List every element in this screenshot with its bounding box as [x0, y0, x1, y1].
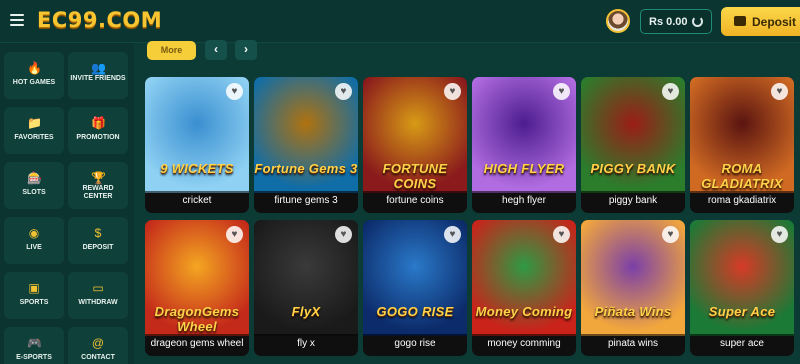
top-header: EC99.COM Rs 0.00 Deposit	[0, 0, 800, 43]
heart-icon[interactable]: ♥	[662, 226, 679, 243]
game-art-title: GOGO RISE	[376, 304, 454, 319]
heart-icon[interactable]: ♥	[771, 226, 788, 243]
game-card[interactable]: Money Coming ♥ money comming	[472, 220, 576, 356]
game-title: drageon gems wheel	[145, 334, 249, 356]
refresh-icon[interactable]	[692, 16, 703, 27]
game-title: money comming	[472, 334, 576, 356]
game-card[interactable]: 9 WICKETS ♥ cricket	[145, 77, 249, 213]
game-art-title: HIGH FLYER	[483, 161, 565, 176]
game-title: fly x	[254, 334, 358, 356]
game-card[interactable]: ROMA GLADIATRIX ♥ roma gkadiatrix	[690, 77, 794, 213]
folder-icon: 📁	[27, 116, 42, 130]
balance-amount: Rs 0.00	[649, 16, 688, 28]
game-card[interactable]: Fortune Gems 3 ♥ firtune gems 3	[254, 77, 358, 213]
sidebar-item-label: SLOTS	[22, 189, 46, 196]
sidebar-item-label: CONTACT	[81, 354, 115, 361]
menu-icon[interactable]	[10, 14, 24, 26]
sidebar-item-label: SPORTS	[19, 299, 49, 306]
game-title: fortune coins	[363, 191, 467, 213]
game-art-title: FlyX	[291, 304, 321, 319]
laptop-icon: ▭	[92, 281, 104, 295]
game-title: hegh flyer	[472, 191, 576, 213]
heart-icon[interactable]: ♥	[444, 83, 461, 100]
avatar[interactable]	[606, 9, 630, 33]
prev-button[interactable]: ‹	[205, 40, 227, 60]
heart-icon[interactable]: ♥	[771, 83, 788, 100]
sidebar-item-reward-center[interactable]: 🏆 REWARD CENTER	[68, 162, 128, 209]
sidebar-item-label: PROMOTION	[76, 134, 120, 141]
game-title: piggy bank	[581, 191, 685, 213]
heart-icon[interactable]: ♥	[335, 83, 352, 100]
heart-icon[interactable]: ♥	[553, 83, 570, 100]
heart-icon[interactable]: ♥	[444, 226, 461, 243]
game-card[interactable]: HIGH FLYER ♥ hegh flyer	[472, 77, 576, 213]
sidebar-item-label: E-SPORTS	[16, 354, 52, 361]
sidebar-item-hot-games[interactable]: 🔥 HOT GAMES	[4, 52, 64, 99]
dollar-icon: $	[94, 226, 102, 240]
game-card[interactable]: Super Ace ♥ super ace	[690, 220, 794, 356]
game-title: gogo rise	[363, 334, 467, 356]
game-art-title: Fortune Gems 3	[254, 161, 358, 176]
game-art-title: Piñata Wins	[594, 304, 672, 319]
heart-icon[interactable]: ♥	[335, 226, 352, 243]
sports-icon: ▣	[28, 281, 40, 295]
deposit-label: Deposit	[752, 15, 797, 29]
sidebar-item-contact[interactable]: @ CONTACT	[68, 327, 128, 364]
sidebar-item-slots[interactable]: 🎰 SLOTS	[4, 162, 64, 209]
game-card[interactable]: GOGO RISE ♥ gogo rise	[363, 220, 467, 356]
game-art-title: 9 WICKETS	[160, 161, 234, 176]
sidebar-item-live[interactable]: ◉ LIVE	[4, 217, 64, 264]
heart-icon[interactable]: ♥	[662, 83, 679, 100]
sidebar-item-promotion[interactable]: 🎁 PROMOTION	[68, 107, 128, 154]
live-icon: ◉	[28, 226, 40, 240]
sidebar-item-e-sports[interactable]: 🎮 E-SPORTS	[4, 327, 64, 364]
sidebar-item-sports[interactable]: ▣ SPORTS	[4, 272, 64, 319]
sidebar-item-label: LIVE	[26, 244, 42, 251]
game-title: super ace	[690, 334, 794, 356]
game-card[interactable]: FORTUNE COINS ♥ fortune coins	[363, 77, 467, 213]
sidebar-item-label: DEPOSIT	[82, 244, 114, 251]
wallet-icon	[734, 16, 746, 26]
heart-icon[interactable]: ♥	[226, 83, 243, 100]
game-card[interactable]: PIGGY BANK ♥ piggy bank	[581, 77, 685, 213]
site-logo[interactable]: EC99.COM	[37, 8, 162, 32]
at-icon: @	[91, 336, 105, 350]
sidebar-item-favorites[interactable]: 📁 FAVORITES	[4, 107, 64, 154]
slot-machine-icon: 🎰	[27, 171, 42, 185]
game-card[interactable]: Piñata Wins ♥ pinata wins	[581, 220, 685, 356]
heart-icon[interactable]: ♥	[226, 226, 243, 243]
game-title: pinata wins	[581, 334, 685, 356]
game-card[interactable]: FlyX ♥ fly x	[254, 220, 358, 356]
game-art-title: FORTUNE COINS	[382, 161, 448, 191]
sidebar: 🔥 HOT GAMES 👥 INVITE FRIENDS 📁 FAVORITES 🎁 PROM…	[0, 43, 134, 364]
game-art-title: Super Ace	[708, 304, 776, 319]
game-art-title: DragonGems Wheel	[154, 304, 240, 334]
sidebar-item-label: HOT GAMES	[12, 79, 56, 86]
game-art-title: ROMA GLADIATRIX	[701, 161, 783, 191]
more-button[interactable]: More	[147, 41, 196, 60]
game-art-title: Money Coming	[475, 304, 573, 319]
sidebar-item-deposit[interactable]: $ DEPOSIT	[68, 217, 128, 264]
heart-icon[interactable]: ♥	[553, 226, 570, 243]
deposit-button[interactable]: Deposit	[721, 7, 800, 36]
users-icon: 👥	[91, 61, 106, 75]
game-title: firtune gems 3	[254, 191, 358, 213]
sidebar-item-label: FAVORITES	[14, 134, 54, 141]
sidebar-item-label: INVITE FRIENDS	[70, 75, 126, 82]
game-card[interactable]: DragonGems Wheel ♥ drageon gems wheel	[145, 220, 249, 356]
gift-icon: 🎁	[91, 116, 106, 130]
game-title: roma gkadiatrix	[690, 191, 794, 213]
gamepad-icon: 🎮	[27, 336, 42, 350]
balance-display: Rs 0.00	[640, 9, 712, 34]
sidebar-item-invite-friends[interactable]: 👥 INVITE FRIENDS	[68, 52, 128, 99]
fire-icon: 🔥	[27, 61, 42, 75]
sidebar-item-withdraw[interactable]: ▭ WITHDRAW	[68, 272, 128, 319]
game-title: cricket	[145, 191, 249, 213]
sidebar-item-label: REWARD CENTER	[82, 185, 114, 200]
game-art-title: PIGGY BANK	[590, 161, 676, 176]
next-button[interactable]: ›	[235, 40, 257, 60]
sidebar-item-label: WITHDRAW	[78, 299, 118, 306]
trophy-icon: 🏆	[91, 171, 106, 185]
